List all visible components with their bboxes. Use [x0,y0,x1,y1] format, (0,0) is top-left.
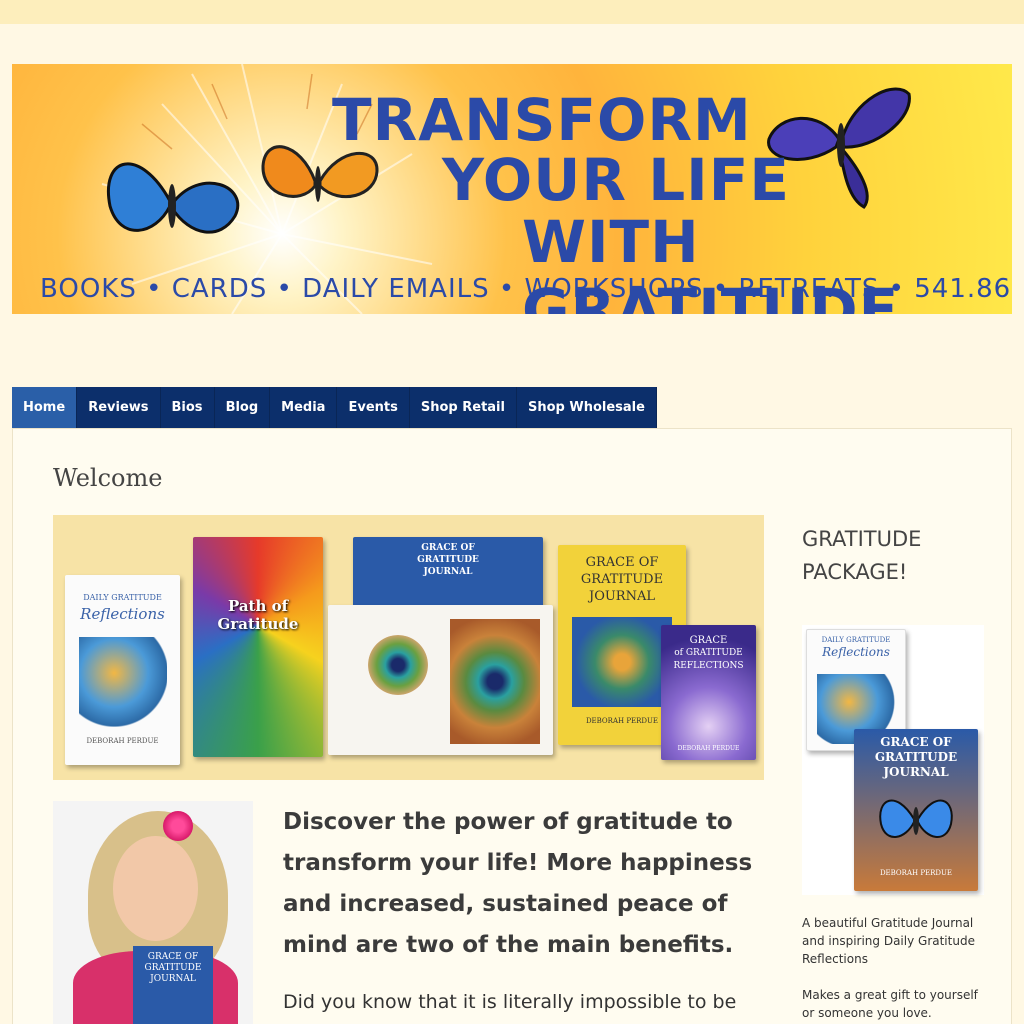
book-grace-reflections: GRACE of GRATITUDE REFLECTIONS DEBORAH P… [661,625,756,760]
gratitude-package-image[interactable]: DAILY GRATITUDE Reflections GRACE OF GRA… [802,625,984,895]
products-image[interactable]: DAILY GRATITUDE Reflections DEBORAH PERD… [53,515,764,780]
book-title: Path of Gratitude [217,597,299,633]
book-title: JOURNAL [588,589,655,604]
nav-item-reviews[interactable]: Reviews [77,387,161,428]
banner-line-2: YOUR LIFE [442,146,790,214]
sidebar-title: GRATITUDE PACKAGE! [802,527,922,584]
book-title: GRACE [689,635,728,646]
book-title: GRACE OF [147,952,199,962]
nav-item-shop-retail[interactable]: Shop Retail [410,387,517,428]
nav-item-media[interactable]: Media [270,387,338,428]
nav-item-shop-wholesale[interactable]: Shop Wholesale [517,387,657,428]
top-strip [0,0,1024,24]
book-title: GRACE OF [585,555,659,570]
book-title: JOURNAL [883,765,949,779]
book-title: JOURNAL [423,567,473,577]
sidebar-description: A beautiful Gratitude Journal and inspir… [802,916,975,966]
book-author: DEBORAH PERDUE [879,869,953,877]
face [113,836,198,941]
author-portrait[interactable]: GRACE OF GRATITUDE JOURNAL [53,801,253,1024]
book-title: GRATITUDE [874,750,958,764]
open-journal [328,605,553,755]
book-title: REFLECTIONS [673,661,744,671]
book-title: of GRATITUDE [674,648,743,658]
book-daily-gratitude: DAILY GRATITUDE Reflections DEBORAH PERD… [65,575,180,765]
header-banner[interactable]: TRANSFORM YOUR LIFE WITH GRATITUDE BOOKS… [12,64,1012,314]
book-art [79,637,167,727]
book-title: GRACE OF [421,543,475,553]
book-title: DAILY GRATITUDE [83,593,162,602]
nav-item-home[interactable]: Home [12,387,78,428]
page-title: Welcome [53,464,163,492]
blue-butterfly-icon [879,799,953,838]
blue-butterfly-icon [107,162,239,234]
book-title: DAILY GRATITUDE [821,636,891,644]
book-title: Reflections [822,645,890,659]
peacock-feather [368,635,428,695]
book-title: GRATITUDE [417,555,479,565]
lead-paragraph: Discover the power of gratitude to trans… [283,809,753,958]
book-title: JOURNAL [150,974,196,984]
book-author: DEBORAH PERDUE [677,745,740,752]
nav-item-blog[interactable]: Blog [215,387,271,428]
flower-icon [163,811,193,841]
book-title: GRACE OF [880,735,952,749]
sidebar-gift-text: Makes a great gift to yourself or someon… [802,988,978,1020]
book-author: DEBORAH PERDUE [86,737,159,745]
banner-subline: BOOKS • CARDS • DAILY EMAILS • WORKSHOPS… [40,274,1012,304]
book-title: Reflections [80,605,165,623]
book-title: GRATITUDE [580,572,664,587]
package-book-journal: GRACE OF GRATITUDE JOURNAL DEBORAH PERDU… [854,729,978,891]
feather-painting [450,619,540,744]
body-paragraph: Did you know that it is literally imposs… [283,991,737,1013]
held-journal: GRACE OF GRATITUDE JOURNAL [133,946,213,1024]
nav-item-events[interactable]: Events [337,387,410,428]
book-art [572,617,672,707]
book-journal-stack: GRACE OF GRATITUDE JOURNAL [353,537,543,607]
book-path-of-gratitude: Path of Gratitude [193,537,323,757]
book-title: GRATITUDE [144,963,202,973]
nav-item-bios[interactable]: Bios [161,387,215,428]
banner-line-1: TRANSFORM [332,86,752,154]
main-nav: Home Reviews Bios Blog Media Events Shop… [12,387,657,428]
